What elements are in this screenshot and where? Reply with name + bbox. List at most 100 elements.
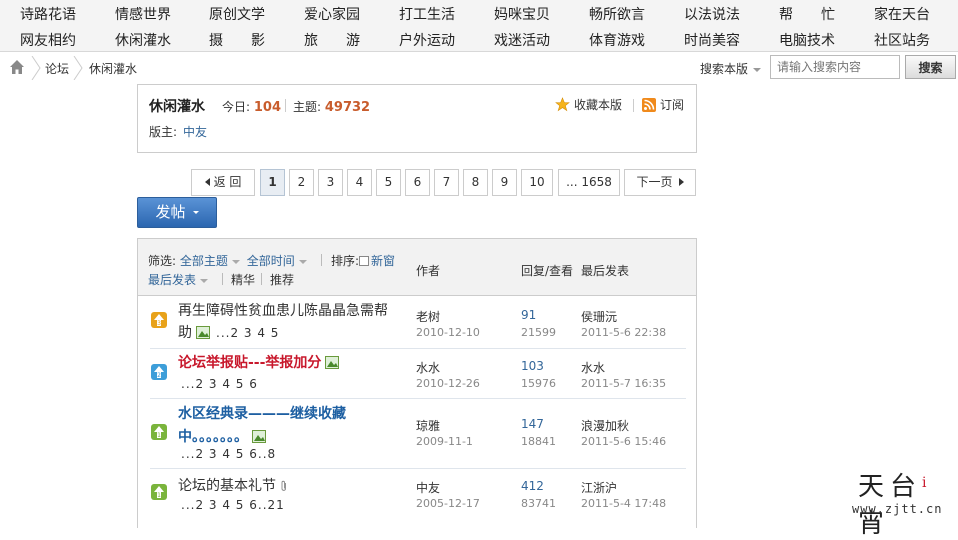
nav-item[interactable]: 网友相约 (20, 30, 76, 50)
thread-last-date[interactable]: 2011-5-6 15:46 (581, 435, 666, 448)
topics-label: 主题: (293, 100, 322, 114)
thread-title[interactable]: 水区经典录———继续收藏 (178, 403, 346, 426)
thread-author[interactable]: 水水 (416, 359, 440, 376)
favorite-forum-button[interactable]: 收藏本版 (555, 96, 622, 113)
thread-replies[interactable]: 147 (521, 417, 544, 431)
svg-text:2: 2 (157, 372, 161, 379)
nav-item[interactable]: 体育游戏 (589, 30, 645, 50)
thread-views: 21599 (521, 326, 556, 339)
new-post-button[interactable]: 发帖 (137, 197, 217, 228)
thread-author[interactable]: 琼雅 (416, 417, 440, 434)
thread-last-poster[interactable]: 侯珊沅 (581, 308, 617, 325)
nav-item[interactable]: 旅 游 (304, 30, 360, 50)
pager-page[interactable]: 4 (347, 169, 372, 196)
nav-item[interactable]: 原创文学 (209, 4, 265, 24)
pager-next-button[interactable]: 下一页 (624, 169, 696, 196)
nav-item[interactable]: 社区站务 (874, 30, 930, 50)
search-input[interactable] (770, 55, 900, 79)
thread-last-poster[interactable]: 江浙沪 (581, 479, 617, 496)
svg-text:1: 1 (157, 492, 161, 499)
search-button[interactable]: 搜索 (905, 55, 956, 79)
filter-label: 筛选: (148, 254, 177, 268)
filter-digest[interactable]: 精华 (231, 271, 255, 288)
nav-item[interactable]: 户外运动 (399, 30, 455, 50)
nav-item[interactable]: 休闲灌水 (115, 30, 171, 50)
breadcrumb: 论坛 休闲灌水 搜索本版 搜索 (0, 53, 958, 83)
thread-title-wrap: 论坛的基本礼节 (178, 475, 288, 498)
nav-item[interactable]: 摄 影 (209, 30, 265, 50)
new-window-checkbox[interactable] (359, 256, 370, 266)
nav-item[interactable]: 爱心家园 (304, 4, 360, 24)
thread-author[interactable]: 老树 (416, 308, 440, 325)
search-scope-dropdown[interactable]: 搜索本版 (700, 60, 762, 77)
thread-pages[interactable]: ...2 3 4 5 6..8 (181, 447, 276, 461)
thread-last-poster[interactable]: 水水 (581, 359, 605, 376)
thread-last-date[interactable]: 2011-5-4 17:48 (581, 497, 666, 510)
thread-date: 2010-12-10 (416, 326, 480, 339)
sort-label: 排序: (331, 254, 360, 268)
nav-item[interactable]: 帮 忙 (779, 4, 835, 24)
thread-title[interactable]: 论坛举报贴---举报加分 (178, 355, 321, 371)
thread-up-arrow-icon: 1 (151, 484, 167, 500)
nav-item[interactable]: 以法说法 (684, 4, 740, 24)
pager-page[interactable]: 9 (492, 169, 517, 196)
nav-item[interactable]: 打工生活 (399, 4, 455, 24)
thread-title[interactable]: 论坛的基本礼节 (178, 478, 276, 494)
nav-row-2: 网友相约 休闲灌水 摄 影 旅 游 户外运动 戏迷活动 体育游戏 时尚美容 电脑… (0, 26, 958, 52)
sort-options: 最后发表 (148, 271, 209, 288)
thread-author[interactable]: 中友 (416, 479, 440, 496)
subscribe-button[interactable]: 订阅 (642, 96, 684, 113)
home-icon[interactable] (9, 59, 25, 75)
thread-last-date[interactable]: 2011-5-6 22:38 (581, 326, 666, 339)
chevron-left-icon (204, 178, 210, 186)
new-window-link[interactable]: 新窗 (371, 254, 395, 268)
thread-replies[interactable]: 103 (521, 359, 544, 373)
star-icon (555, 97, 570, 112)
today-label: 今日: (222, 100, 251, 114)
pager-page[interactable]: 6 (405, 169, 430, 196)
pager-last-page[interactable]: ... 1658 (558, 169, 620, 196)
pager-page[interactable]: 7 (434, 169, 459, 196)
pager-back-button[interactable]: 返 回 (191, 169, 255, 196)
nav-item[interactable]: 妈咪宝贝 (494, 4, 550, 24)
moderator-link[interactable]: 中友 (183, 125, 207, 139)
filter-recommend[interactable]: 推荐 (270, 271, 294, 288)
moderator-label: 版主: (149, 125, 178, 139)
thread-title-cont: 中。。。。。。。 (178, 426, 266, 449)
thread-replies[interactable]: 91 (521, 308, 536, 322)
sort-last-post[interactable]: 最后发表 (148, 273, 209, 287)
breadcrumb-current[interactable]: 休闲灌水 (89, 60, 137, 77)
thread-pages[interactable]: ...2 3 4 5 6 (181, 377, 258, 391)
pager-page[interactable]: 3 (318, 169, 343, 196)
thread-title[interactable]: 再生障碍性贫血患儿陈晶晶急需帮 (178, 300, 388, 323)
thread-date: 2009-11-1 (416, 435, 473, 448)
breadcrumb-forum[interactable]: 论坛 (45, 60, 69, 77)
thread-replies[interactable]: 412 (521, 479, 544, 493)
thread-title-line2[interactable]: 助 (178, 325, 192, 341)
table-row: 1 论坛的基本礼节 ...2 3 4 5 6..21 中友 2005-12-17… (150, 469, 686, 529)
filter-all-topics[interactable]: 全部主题 (180, 254, 240, 268)
thread-last-date[interactable]: 2011-5-7 16:35 (581, 377, 666, 390)
nav-item[interactable]: 戏迷活动 (494, 30, 550, 50)
thread-pages[interactable]: ...2 3 4 5 (216, 326, 279, 340)
thread-title-line2[interactable]: 中。。。。。。。 (178, 429, 248, 445)
thread-last-poster[interactable]: 浪漫加秋 (581, 417, 629, 434)
nav-item[interactable]: 情感世界 (115, 4, 171, 24)
chevron-down-icon (298, 259, 307, 264)
pager-page-current[interactable]: 1 (260, 169, 285, 196)
pager-page[interactable]: 2 (289, 169, 314, 196)
nav-item[interactable]: 电脑技术 (779, 30, 835, 50)
forum-header: 休闲灌水 今日: 104 主题: 49732 收藏本版 订阅 版主: 中友 (137, 84, 697, 153)
filter-all-time[interactable]: 全部时间 (247, 254, 307, 268)
nav-item[interactable]: 家在天台 (874, 4, 930, 24)
thread-pages[interactable]: ...2 3 4 5 6..21 (181, 498, 285, 512)
nav-item[interactable]: 时尚美容 (684, 30, 740, 50)
nav-item[interactable]: 诗路花语 (20, 4, 76, 24)
nav-item[interactable]: 畅所欲言 (589, 4, 645, 24)
paperclip-icon (281, 480, 286, 491)
topics-value: 49732 (324, 100, 371, 115)
pager-page[interactable]: 5 (376, 169, 401, 196)
pager-page[interactable]: 8 (463, 169, 488, 196)
column-last-post: 最后发表 (581, 264, 630, 278)
pager-page[interactable]: 10 (521, 169, 553, 196)
